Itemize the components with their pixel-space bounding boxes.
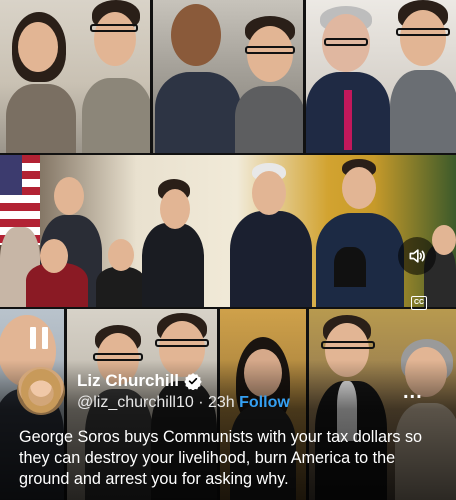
speaker-volume-icon (409, 249, 425, 263)
video-post[interactable]: CC Liz Churchill @liz_churchill10 · 23h … (0, 0, 456, 500)
handle[interactable]: @liz_churchill10 (77, 394, 194, 411)
post-caption: George Soros buys Communists with your t… (19, 428, 423, 488)
verified-badge-icon (184, 373, 202, 390)
follow-button[interactable]: Follow (239, 394, 290, 411)
more-options-button[interactable]: ... (403, 381, 423, 404)
pause-icon (30, 327, 36, 349)
pause-button[interactable] (30, 327, 50, 353)
pause-icon (42, 327, 48, 349)
handle-row: @liz_churchill10 · 23h Follow (77, 394, 290, 412)
separator: · (198, 394, 204, 411)
photo-tile (306, 0, 456, 153)
author-name-row[interactable]: Liz Churchill (77, 371, 202, 391)
speaker-volume-button[interactable] (398, 237, 436, 275)
author-name[interactable]: Liz Churchill (77, 371, 179, 391)
photo-tile (153, 0, 303, 153)
photo-tile (0, 0, 150, 153)
photo-row-middle (0, 155, 456, 307)
closed-captions-icon[interactable]: CC (411, 296, 427, 310)
photo-row-top (0, 0, 456, 153)
timestamp[interactable]: 23h (208, 394, 235, 411)
avatar[interactable] (17, 367, 65, 415)
photo-tile (0, 155, 456, 307)
